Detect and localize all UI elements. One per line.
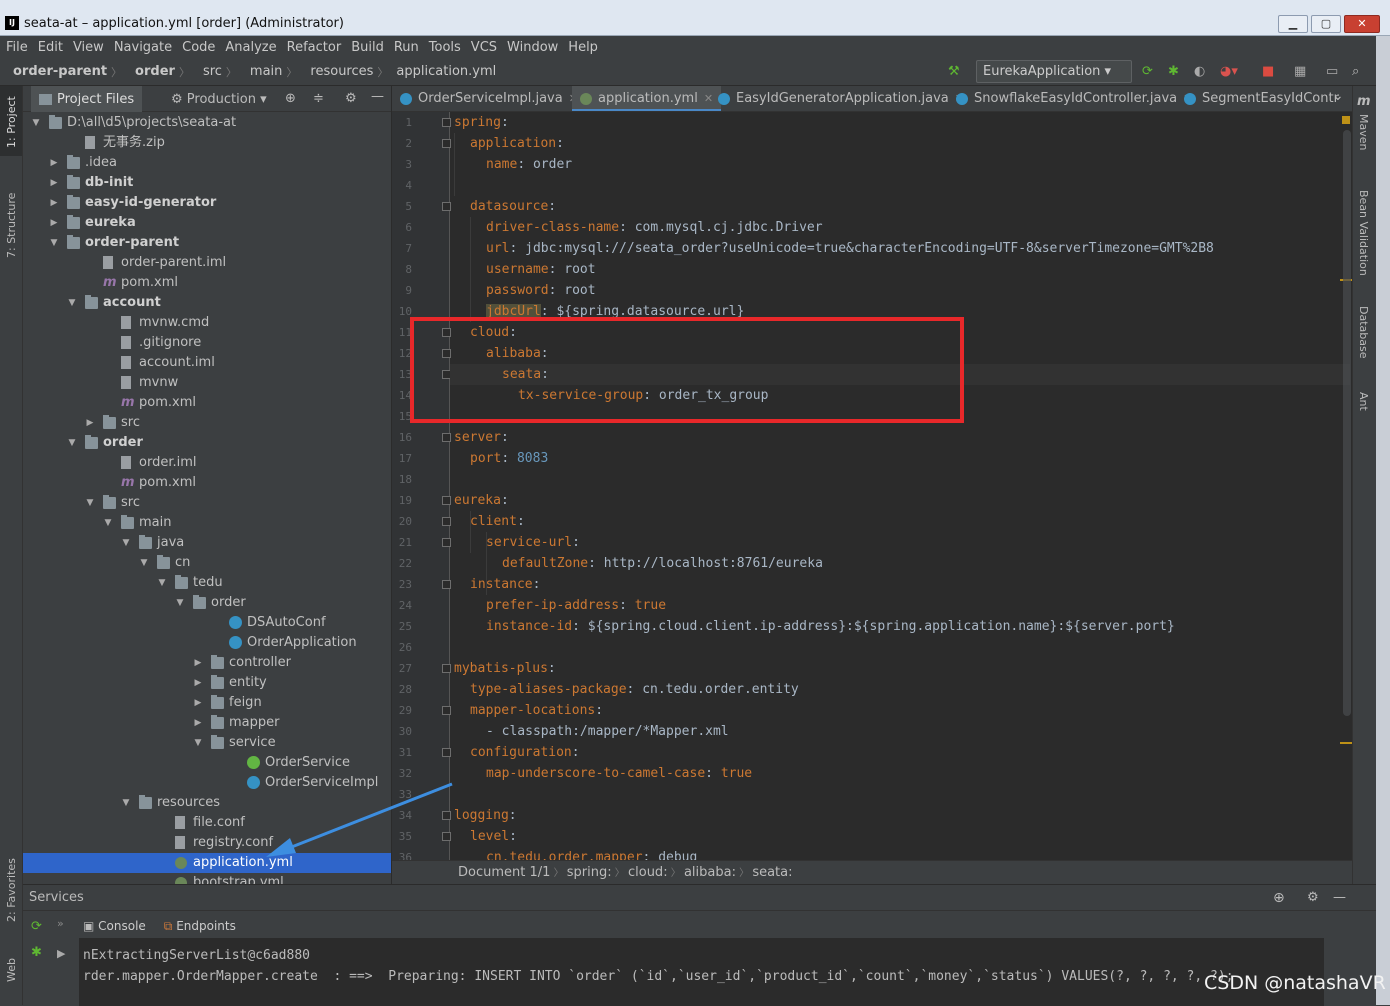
- arrow-line: [283, 782, 453, 852]
- arrow-head: [266, 838, 296, 857]
- annotation-arrow: [266, 782, 453, 857]
